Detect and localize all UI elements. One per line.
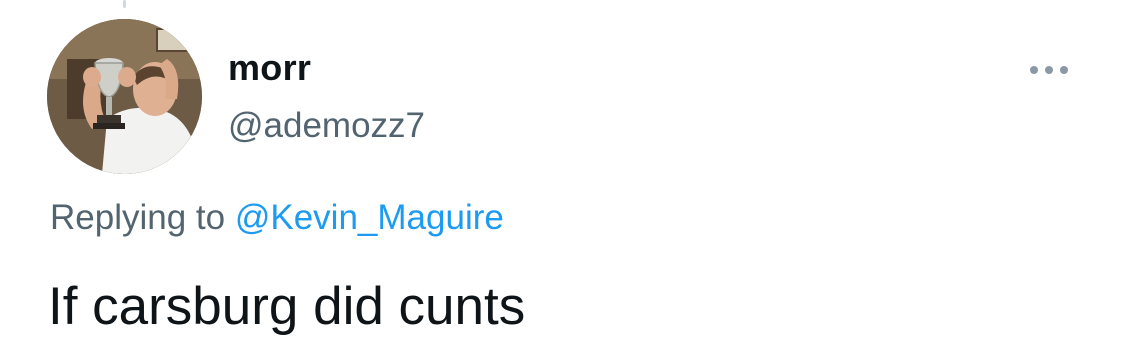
author-handle[interactable]: @ademozz7 [228, 108, 425, 143]
more-options-button[interactable] [1024, 58, 1074, 82]
thread-connector-line [123, 0, 126, 8]
more-horizontal-icon [1030, 66, 1038, 74]
replying-to-prefix: Replying to [50, 198, 226, 237]
replying-to-mention-link[interactable]: @Kevin_Maguire [235, 198, 504, 237]
tweet-text: If carsburg did cunts [48, 277, 526, 336]
replying-to-line: Replying to @Kevin_Maguire [50, 200, 504, 235]
more-horizontal-icon [1060, 66, 1068, 74]
more-horizontal-icon [1045, 66, 1053, 74]
author-display-name[interactable]: morr [228, 50, 311, 86]
avatar-photo [47, 19, 202, 174]
avatar[interactable] [47, 19, 202, 174]
